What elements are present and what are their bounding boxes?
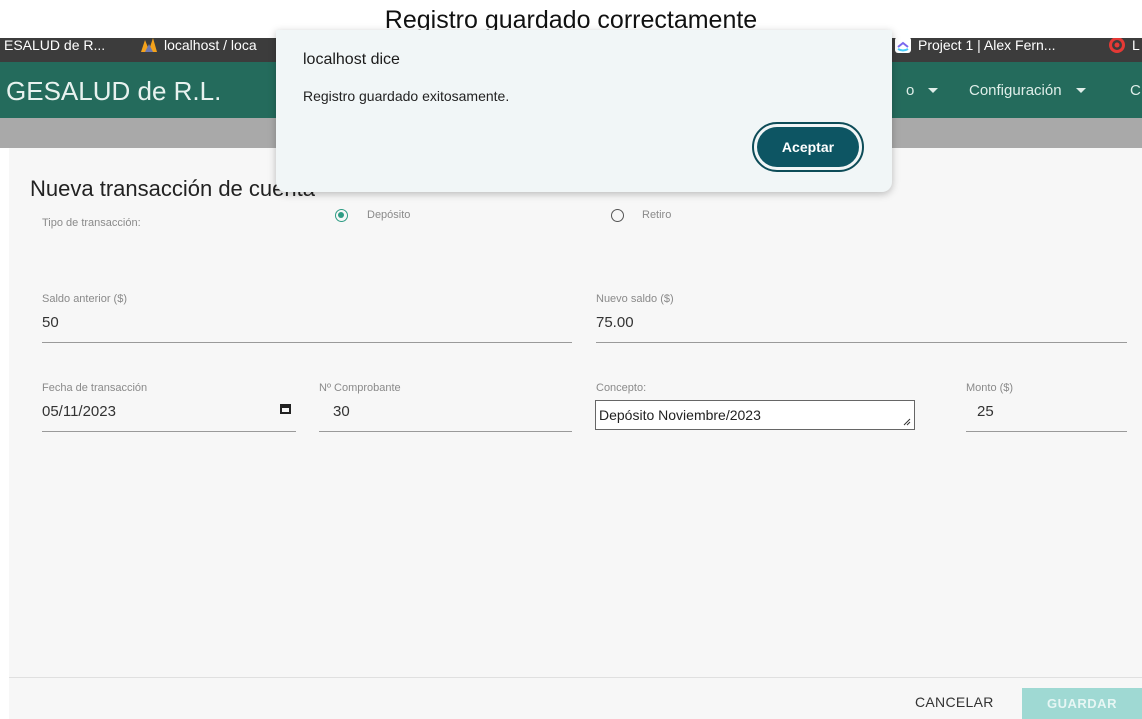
- nav-label: o: [906, 82, 915, 99]
- bookmark-label: ESALUD de R...: [4, 37, 106, 53]
- comprobante-label: Nº Comprobante: [319, 382, 401, 394]
- concepto-label: Concepto:: [596, 382, 647, 394]
- monto-underline: [966, 431, 1127, 432]
- chevron-down-icon: [1075, 88, 1086, 93]
- saldo-anterior-label: Saldo anterior ($): [42, 293, 127, 305]
- radio-deposito[interactable]: [335, 209, 348, 222]
- concepto-value: Depósito Noviembre/2023: [599, 407, 761, 423]
- phpmyadmin-icon: [141, 38, 157, 52]
- save-button[interactable]: GUARDAR: [1022, 688, 1142, 719]
- radio-deposito-label[interactable]: Depósito: [367, 209, 410, 221]
- monto-label: Monto ($): [966, 382, 1014, 394]
- alert-dialog: localhost dice Registro guardado exitosa…: [276, 30, 892, 192]
- nav-menu-item[interactable]: C: [1130, 82, 1141, 99]
- dialog-title: localhost dice: [303, 51, 400, 68]
- form-panel: [9, 148, 1142, 719]
- dialog-message: Registro guardado exitosamente.: [303, 88, 510, 104]
- comprobante-field[interactable]: 30: [333, 403, 350, 420]
- footer-divider: [9, 677, 1142, 678]
- bookmark-label: Project 1 | Alex Fern...: [918, 37, 1056, 53]
- cancel-button[interactable]: CANCELAR: [915, 694, 994, 710]
- nav-label: Configuración: [969, 82, 1062, 99]
- monto-field[interactable]: 25: [977, 403, 994, 420]
- nav-menu-item[interactable]: o: [906, 82, 939, 99]
- dialog-accept-button[interactable]: Aceptar: [752, 122, 864, 172]
- fecha-field[interactable]: 05/11/2023: [42, 403, 116, 420]
- calendar-icon[interactable]: [280, 404, 291, 414]
- bookmark-label: L: [1132, 37, 1140, 53]
- nav-configuracion[interactable]: Configuración: [969, 82, 1086, 99]
- fecha-label: Fecha de transacción: [42, 382, 148, 394]
- bookmark-label: localhost / loca: [164, 37, 257, 53]
- saldo-anterior-underline: [42, 342, 572, 343]
- radio-retiro-label[interactable]: Retiro: [642, 209, 671, 221]
- chevron-down-icon: [928, 88, 939, 93]
- nuevo-saldo-label: Nuevo saldo ($): [596, 293, 674, 305]
- target-icon: [1109, 37, 1125, 53]
- brand-title[interactable]: GESALUD de R.L.: [6, 76, 221, 107]
- resize-handle-icon[interactable]: [903, 418, 911, 426]
- nuevo-saldo-field[interactable]: 75.00: [596, 314, 634, 331]
- comprobante-underline: [319, 431, 572, 432]
- saldo-anterior-field[interactable]: 50: [42, 314, 59, 331]
- radio-retiro[interactable]: [611, 209, 624, 222]
- fecha-underline: [42, 431, 296, 432]
- tipo-transaccion-label: Tipo de transacción:: [42, 217, 141, 229]
- clickup-icon: [895, 37, 911, 53]
- nuevo-saldo-underline: [596, 342, 1127, 343]
- form-title: Nueva transacción de cuenta: [30, 176, 315, 201]
- dialog-accept-label: Aceptar: [757, 127, 859, 167]
- concepto-textarea[interactable]: Depósito Noviembre/2023: [595, 400, 915, 430]
- nav-label: C: [1130, 82, 1141, 99]
